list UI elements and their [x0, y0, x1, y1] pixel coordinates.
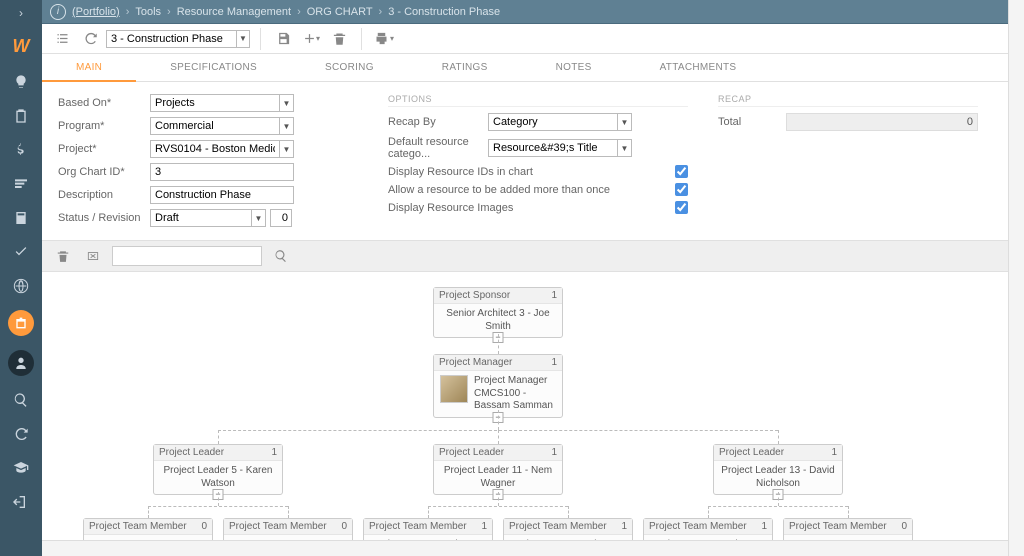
scrollbar-horizontal[interactable]	[42, 540, 1008, 556]
breadcrumb-item[interactable]: Resource Management	[177, 6, 291, 18]
based-on-field[interactable]	[150, 94, 280, 112]
add-icon[interactable]: ▾	[299, 27, 323, 51]
logout-icon[interactable]	[11, 492, 31, 512]
label-default-cat: Default resource catego...	[388, 136, 488, 160]
label-allow-multi: Allow a resource to be added more than o…	[388, 184, 610, 196]
dollar-icon[interactable]	[11, 140, 31, 160]
breadcrumb-item[interactable]: Tools	[135, 6, 161, 18]
briefcase-icon[interactable]	[8, 310, 34, 336]
allow-multi-checkbox[interactable]	[675, 183, 688, 196]
filter-bar	[42, 240, 1024, 272]
tab-notes[interactable]: NOTES	[522, 54, 626, 81]
phase-select-input[interactable]	[106, 30, 236, 48]
chevron-down-icon[interactable]: ▼	[618, 139, 632, 157]
clear-icon[interactable]	[82, 245, 104, 267]
display-images-checkbox[interactable]	[675, 201, 688, 214]
chevron-down-icon[interactable]: ▼	[618, 113, 632, 131]
bars-icon[interactable]	[11, 174, 31, 194]
node-leader[interactable]: Project Leader1 Project Leader 11 - Nem …	[433, 444, 563, 495]
idea-icon[interactable]	[11, 72, 31, 92]
chevron-down-icon[interactable]: ▼	[252, 209, 266, 227]
display-ids-checkbox[interactable]	[675, 165, 688, 178]
label-project: Project*	[58, 143, 150, 155]
search-icon[interactable]	[270, 245, 292, 267]
scrollbar-vertical[interactable]	[1008, 0, 1024, 556]
status-field[interactable]	[150, 209, 252, 227]
tab-bar: MAIN SPECIFICATIONS SCORING RATINGS NOTE…	[42, 54, 1024, 82]
sidebar-expand-icon[interactable]: ›	[19, 6, 23, 20]
label-orgchart-id: Org Chart ID*	[58, 166, 150, 178]
label-recap-by: Recap By	[388, 116, 488, 128]
info-icon[interactable]: i	[50, 4, 66, 20]
user-icon[interactable]	[8, 350, 34, 376]
description-field[interactable]	[150, 186, 294, 204]
node-leader[interactable]: Project Leader1 Project Leader 5 - Karen…	[153, 444, 283, 495]
chevron-down-icon[interactable]: ▼	[280, 94, 294, 112]
node-leader[interactable]: Project Leader1 Project Leader 13 - Davi…	[713, 444, 843, 495]
breadcrumb-item[interactable]: 3 - Construction Phase	[388, 6, 500, 18]
options-title: OPTIONS	[388, 94, 688, 107]
breadcrumb-item[interactable]: ORG CHART	[307, 6, 373, 18]
history-icon[interactable]	[78, 27, 102, 51]
tab-scoring[interactable]: SCORING	[291, 54, 408, 81]
orgchart-id-field[interactable]	[150, 163, 294, 181]
recap-title: RECAP	[718, 94, 978, 107]
chevron-down-icon[interactable]: ▼	[236, 30, 250, 48]
label-based-on: Based On*	[58, 97, 150, 109]
search-nav-icon[interactable]	[11, 390, 31, 410]
tab-ratings[interactable]: RATINGS	[408, 54, 522, 81]
total-value: 0	[786, 113, 978, 131]
breadcrumb-root[interactable]: (Portfolio)	[72, 6, 120, 18]
print-icon[interactable]: ▾	[372, 27, 396, 51]
chevron-down-icon[interactable]: ▼	[280, 117, 294, 135]
list-view-icon[interactable]	[50, 27, 74, 51]
recap-by-field[interactable]	[488, 113, 618, 131]
phase-select[interactable]: ▼	[106, 30, 250, 48]
form-area: Based On* ▼ Program* ▼ Project* ▼ Org Chart…	[42, 82, 1024, 240]
chevron-down-icon[interactable]: ▼	[280, 140, 294, 158]
revision-field[interactable]	[270, 209, 292, 227]
tab-main[interactable]: MAIN	[42, 54, 136, 82]
calc-icon[interactable]	[11, 208, 31, 228]
label-display-images: Display Resource Images	[388, 202, 513, 214]
tab-attachments[interactable]: ATTACHMENTS	[626, 54, 771, 81]
save-icon[interactable]	[271, 27, 295, 51]
delete-icon[interactable]	[327, 27, 351, 51]
default-cat-field[interactable]	[488, 139, 618, 157]
tab-specifications[interactable]: SPECIFICATIONS	[136, 54, 291, 81]
node-manager[interactable]: Project Manager1 Project Manager CMCS100…	[433, 354, 563, 418]
breadcrumb-bar: i (Portfolio) ›Tools ›Resource Managemen…	[42, 0, 1024, 24]
project-field[interactable]	[150, 140, 280, 158]
label-description: Description	[58, 189, 150, 201]
label-total: Total	[718, 116, 778, 128]
label-status: Status / Revision	[58, 212, 150, 224]
program-field[interactable]	[150, 117, 280, 135]
label-display-ids: Display Resource IDs in chart	[388, 166, 533, 178]
avatar	[440, 375, 468, 403]
clipboard-icon[interactable]	[11, 106, 31, 126]
check-icon[interactable]	[11, 242, 31, 262]
label-program: Program*	[58, 120, 150, 132]
history-nav-icon[interactable]	[11, 424, 31, 444]
main-pane: i (Portfolio) ›Tools ›Resource Managemen…	[42, 0, 1024, 556]
search-input[interactable]	[112, 246, 262, 266]
globe-icon[interactable]	[11, 276, 31, 296]
trash-icon[interactable]	[52, 245, 74, 267]
grad-cap-icon[interactable]	[11, 458, 31, 478]
left-sidebar: › W	[0, 0, 42, 556]
node-sponsor[interactable]: Project Sponsor1 Senior Architect 3 - Jo…	[433, 287, 563, 338]
toolbar: ▼ ▾ ▾	[42, 24, 1024, 54]
org-chart-canvas[interactable]: Project Sponsor1 Senior Architect 3 - Jo…	[42, 272, 1024, 556]
app-logo: W	[9, 34, 33, 58]
